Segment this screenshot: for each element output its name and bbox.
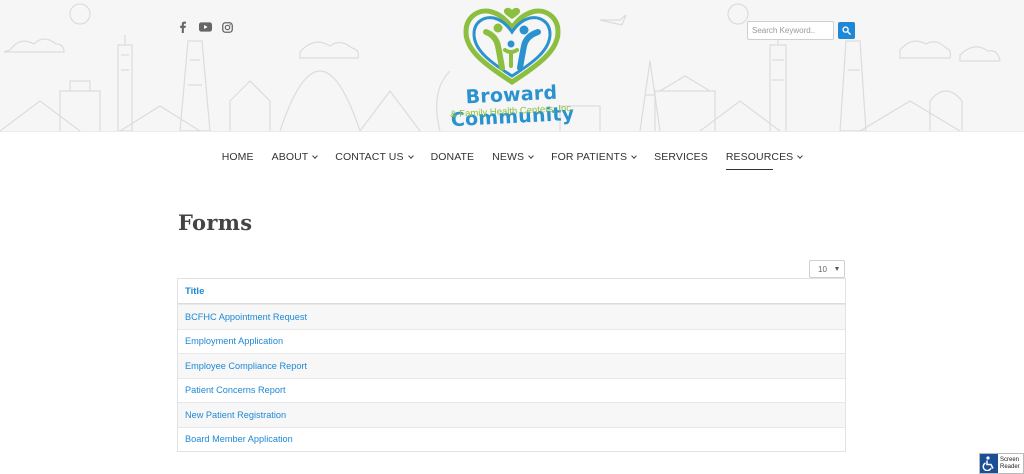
accessibility-icon [980,454,998,473]
nav-label: RESOURCES [725,151,794,163]
nav-item-about[interactable]: ABOUT [263,150,327,164]
table-row[interactable]: New Patient Registration [178,402,845,427]
site-logo[interactable]: Broward Community & Family Health Center… [414,6,610,131]
nav-item-services[interactable]: SERVICES [645,150,717,164]
table-row[interactable]: Board Member Application [178,426,845,451]
header-divider [0,131,1024,132]
screen-reader-line2: Reader [1000,463,1020,470]
nav-label: SERVICES [654,151,708,163]
instagram-icon[interactable] [220,20,234,34]
per-page-value: 10 [818,264,827,274]
chevron-down-icon [797,152,804,159]
chevron-down-icon [407,152,414,159]
search-icon [842,26,851,35]
nav-label: NEWS [492,151,525,163]
chevron-down-icon [631,152,637,159]
nav-label: CONTACT US [335,151,404,163]
nav-item-for-patients[interactable]: FOR PATIENTS [542,150,645,164]
nav-label: FOR PATIENTS [551,151,628,163]
search-button[interactable] [838,22,855,39]
social-links [176,20,234,34]
chevron-down-icon [312,152,319,159]
per-page-select[interactable]: 10 [809,260,845,278]
main-nav: HOME ABOUT CONTACT US DONATE NEWS FOR PA… [0,150,1024,170]
caret-down-icon [835,267,839,271]
page-title: Forms [178,210,253,235]
chevron-down-icon [528,152,534,159]
youtube-icon[interactable] [198,20,212,34]
search-form [747,21,855,40]
nav-item-resources[interactable]: RESOURCES [717,150,811,170]
table-row[interactable]: BCFHC Appointment Request [178,304,845,329]
screen-reader-button[interactable]: Screen Reader [979,453,1024,474]
table-row[interactable]: Employment Application [178,328,845,353]
nav-item-home[interactable]: HOME [213,150,263,164]
site-header: Broward Community & Family Health Center… [0,0,1024,131]
search-input[interactable] [747,21,834,40]
nav-label: ABOUT [271,151,309,163]
nav-label: HOME [221,151,254,163]
screen-reader-line1: Screen [1000,456,1020,463]
facebook-icon[interactable] [176,20,190,34]
nav-item-contact-us[interactable]: CONTACT US [326,150,421,164]
screen-reader-label: Screen Reader [998,457,1020,471]
family-heart-logo-icon [463,7,561,85]
table-row[interactable]: Patient Concerns Report [178,377,845,402]
nav-item-news[interactable]: NEWS [483,150,542,164]
nav-item-donate[interactable]: DONATE [422,150,484,164]
table-row[interactable]: Employee Compliance Report [178,353,845,378]
column-header-title[interactable]: Title [178,279,845,304]
nav-label: DONATE [430,151,475,163]
forms-table: Title BCFHC Appointment Request Employme… [177,278,846,452]
